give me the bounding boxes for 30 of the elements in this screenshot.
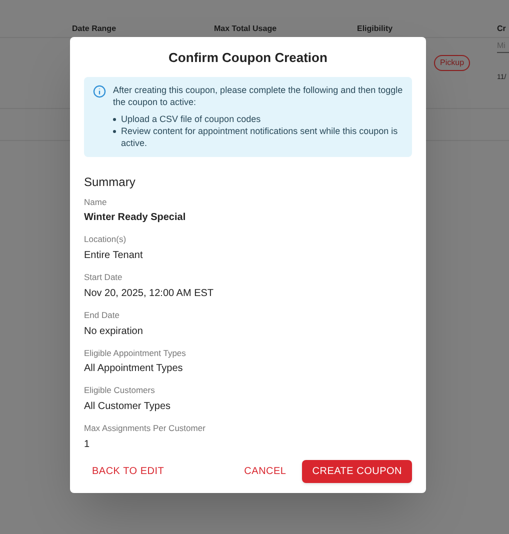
column-header: Eligibility [357,23,393,35]
info-text: After creating this coupon, please complete the following and then toggle the coupon to active: [113,84,404,108]
field-label: Name [84,196,108,208]
field-label: End Date [84,308,120,322]
back-button[interactable]: BACK TO EDIT [84,460,172,483]
field-label: Max Assignments Per Customer [84,422,206,435]
field-value: Winter Ready Special [84,211,187,226]
column-header: Max Total Usage [214,23,277,35]
field-label: Location(s) [84,233,128,246]
field-value: Nov 20, 2025, 12:00 AM EST [84,286,215,301]
list-item: Review content for appointment notifications sent while this coupon is active. [121,124,399,148]
field-value: No expiration [84,324,144,338]
field-label: Eligible Appointment Types [84,346,187,360]
field-label: Eligible Customers [84,384,156,397]
dialog-title: Confirm Coupon Creation [168,49,328,67]
column-header: Cr [497,23,506,35]
field-value: 1 [84,438,91,452]
section-title: Summary [84,174,136,190]
bullet-icon [113,130,116,132]
field-value: All Customer Types [84,400,172,414]
create-button[interactable]: CREATE COUPON [302,460,412,483]
cancel-button[interactable]: CANCEL [236,460,294,483]
field-label: Start Date [84,271,124,284]
bullet-icon [113,118,116,120]
tag: Pickup [434,55,470,71]
info-icon [93,84,106,98]
list-item: Upload a CSV file of coupon codes [121,112,261,124]
column-header: Date Range [72,23,116,35]
field-value: All Appointment Types [84,362,184,376]
field-value: Entire Tenant [84,249,144,263]
